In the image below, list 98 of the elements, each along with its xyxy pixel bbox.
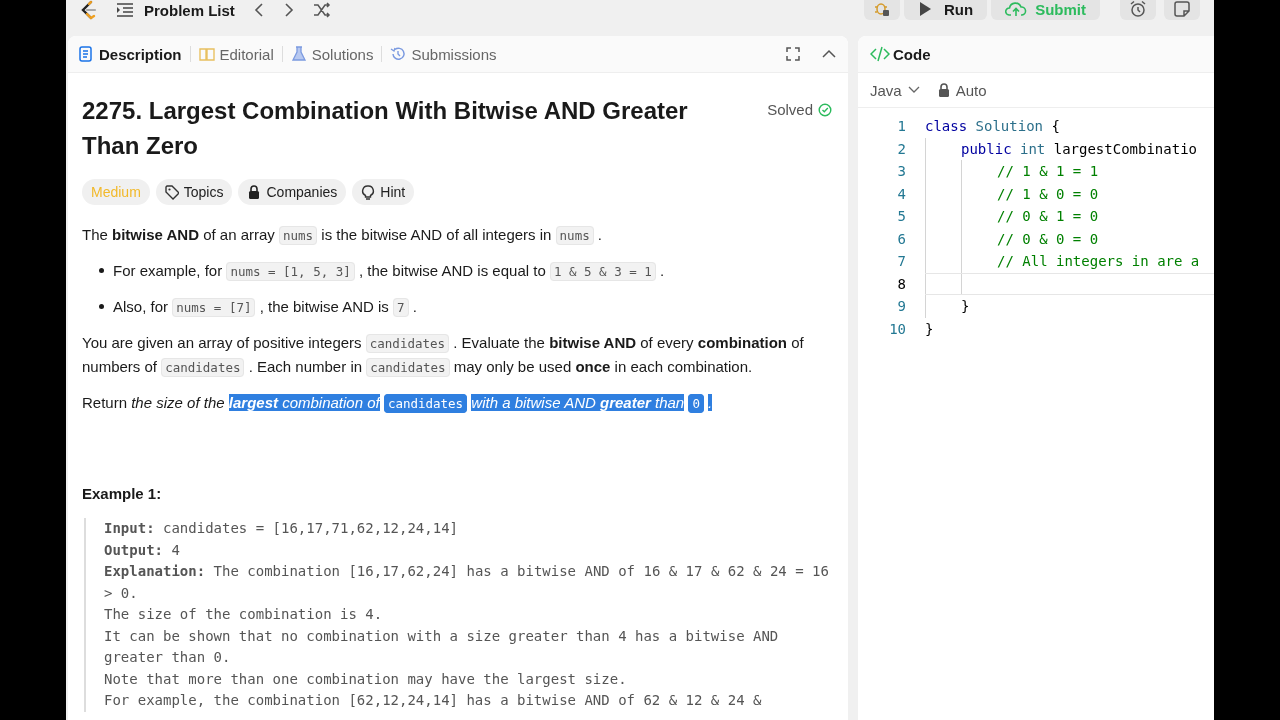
inline-code: 1 & 5 & 3 = 1 (549, 262, 656, 281)
code-line: // 0 & 1 = 0 (997, 207, 1099, 226)
example-text: Note that more than one combination may have the largest size. (104, 669, 628, 689)
tag-button[interactable]: Companies (238, 179, 347, 205)
example-text: The size of the combination is 4. (104, 605, 384, 624)
inline-code: nums = [1, 5, 3] (226, 262, 355, 281)
note-button[interactable] (1164, 0, 1200, 20)
code-icon (870, 46, 890, 62)
line-number: 10 (888, 319, 907, 339)
code-line: } (961, 297, 970, 316)
line-number: 7 (896, 252, 907, 271)
description-text: For example, for (113, 262, 223, 279)
description-text: , the bitwise AND is equal to (359, 262, 546, 279)
lock-icon (247, 184, 262, 200)
language-dropdown[interactable]: Java (870, 81, 920, 99)
description-text: numbers of (82, 358, 158, 375)
bug-icon (874, 1, 890, 17)
lock-icon (937, 83, 950, 97)
flask-icon (290, 46, 307, 62)
code-line: // 1 & 0 = 0 (997, 184, 1099, 204)
document-icon (78, 46, 94, 62)
line-number: 3 (896, 162, 907, 181)
line-number: 9 (896, 297, 907, 316)
code-line: class Solution { (925, 117, 1060, 136)
lightbulb-icon (361, 184, 376, 200)
inline-code: candidates (366, 358, 450, 377)
description-text: You are given an array of positive integers (82, 334, 362, 351)
check-circle-icon (818, 102, 832, 117)
line-number: 8 (896, 274, 907, 294)
panel-tab[interactable]: Description (78, 45, 182, 63)
code-panel-title: Code (893, 45, 931, 63)
code-line: } (925, 319, 934, 339)
history-icon (390, 46, 407, 62)
code-line: // 0 & 0 = 0 (997, 229, 1099, 249)
example-heading: Example 1: (82, 485, 163, 502)
book-icon (198, 46, 215, 62)
chevron-right-icon[interactable] (282, 2, 295, 18)
problem-title: 2275. Largest Combination With Bitwise AND Greater Than Zero (82, 96, 689, 161)
panel-tab[interactable]: Solutions (290, 45, 374, 63)
description-text: . Each number in (248, 358, 363, 375)
description-text: may only be used once in each combination. (453, 358, 753, 375)
list-icon (116, 2, 134, 18)
inline-code: nums = [7] (172, 298, 256, 317)
description-text: largest combination of (228, 394, 380, 411)
debug-button[interactable] (864, 0, 900, 20)
chevron-left-icon[interactable] (252, 2, 265, 18)
description-text: . (708, 394, 713, 411)
description-text: . (659, 262, 665, 279)
description-text: . Evaluate the bitwise AND of every combination of (453, 334, 804, 351)
description-text: is the bitwise AND of all integers in (321, 226, 552, 243)
timer-button[interactable] (1120, 0, 1156, 20)
inline-code: candidates (161, 358, 245, 377)
bullet-dot (99, 268, 104, 273)
description-text: The bitwise AND of an array (82, 226, 275, 243)
code-line: // All integers in are a (997, 252, 1200, 271)
inline-code: 0 (688, 394, 704, 413)
panel-tab[interactable]: Submissions (390, 45, 497, 63)
fullscreen-icon[interactable] (786, 47, 800, 61)
tag-button[interactable]: Hint (352, 179, 415, 205)
code-line: public int largestCombinatio (961, 139, 1197, 159)
example-text: It can be shown that no combination with a size greater than 4 has a bitwise AND greater than 0. (104, 626, 780, 667)
description-text: , the bitwise AND is (259, 298, 389, 315)
problem-list-button[interactable]: Problem List (116, 1, 235, 19)
inline-code: candidates (383, 394, 468, 413)
tag-icon (164, 184, 179, 200)
panel-tab[interactable]: Editorial (198, 45, 274, 63)
description-text: Return the size of the (82, 394, 225, 411)
example-text: Output: 4 (104, 540, 181, 560)
solved-label: Solved (767, 101, 813, 118)
inline-code: nums (555, 226, 594, 245)
chevron-down-icon (907, 86, 920, 94)
line-number: 6 (896, 229, 907, 249)
cloud-upload-icon (1005, 1, 1028, 17)
alarm-clock-icon (1129, 0, 1147, 18)
example-text: For example, the combination [62,12,24,14] has a bitwise AND of 62 & 12 & 24 & (104, 691, 763, 710)
shuffle-icon[interactable] (312, 2, 331, 18)
code-editor[interactable]: 1 class Solution { 2 public int largestCombinatio 3 // 1 & 1 = 1 4 // 1 & 0 = 0 5 // 0 & 1 = 0 6 // 0 & 0 = 0 7 // All integers in are a 8 9 } 10 } (858, 108, 1214, 340)
example-text: Input: candidates = [16,17,71,62,12,24,14] (104, 519, 459, 538)
inline-code: candidates (365, 334, 450, 353)
line-number: 1 (896, 117, 907, 136)
note-icon (1174, 1, 1190, 17)
inline-code: nums (279, 226, 318, 245)
description-text: . (597, 226, 603, 243)
line-number: 2 (896, 139, 907, 159)
line-number: 4 (896, 184, 907, 204)
description-text: . (412, 298, 417, 315)
difficulty-badge: Medium (82, 179, 150, 205)
run-button[interactable]: Run (904, 0, 988, 20)
line-number: 5 (896, 207, 907, 226)
example-text: Explanation: The combination [16,17,62,24] has a bitwise AND of 16 & 17 & 62 & 24 = 16 > 0. (104, 562, 830, 603)
inline-code: 7 (393, 298, 409, 317)
play-icon (918, 1, 932, 17)
code-line: // 1 & 1 = 1 (997, 162, 1099, 181)
auto-mode-button[interactable]: Auto (937, 81, 987, 99)
bullet-dot (99, 304, 104, 309)
description-text: Also, for (113, 298, 169, 315)
tag-button[interactable]: Topics (155, 179, 233, 205)
description-text: with a bitwise AND greater than (471, 394, 685, 411)
